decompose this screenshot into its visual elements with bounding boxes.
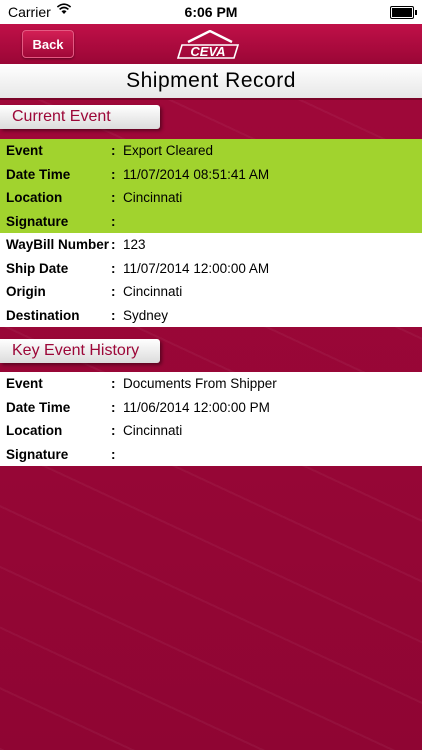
row-label: Location	[6, 190, 63, 205]
row-label: Signature	[6, 213, 69, 229]
row-colon: :	[111, 166, 116, 182]
back-button[interactable]: Back	[22, 30, 74, 58]
row-colon: :	[111, 376, 116, 391]
row-label: WayBill Number	[6, 237, 110, 252]
battery-icon	[390, 6, 417, 19]
row-colon: :	[111, 237, 116, 252]
row-label: Signature	[6, 446, 69, 462]
row-colon: :	[111, 307, 116, 323]
row-colon: :	[111, 284, 116, 299]
page-title: Shipment Record	[126, 69, 296, 92]
clock: 6:06 PM	[184, 4, 238, 20]
key-event-history-header-label: Key Event History	[12, 342, 140, 359]
current-event-panel: Event : Export Cleared Date Time : 11/07…	[0, 139, 422, 233]
shipment-row: WayBill Number : 123	[0, 233, 422, 257]
row-colon: :	[111, 399, 116, 415]
key-event-history-panel: Event : Documents From Shipper Date Time…	[0, 372, 422, 466]
shipment-details-panel: WayBill Number : 123 Ship Date : 11/07/2…	[0, 233, 422, 327]
row-label: Ship Date	[6, 260, 69, 276]
current-event-header: Current Event	[0, 105, 160, 129]
row-label: Destination	[6, 307, 80, 323]
row-label: Event	[6, 143, 43, 158]
current-event-row: Location : Cincinnati	[0, 186, 422, 210]
row-value: 11/07/2014 08:51:41 AM	[123, 166, 270, 182]
current-event-row: Signature :	[0, 210, 422, 234]
row-value: Cincinnati	[123, 284, 183, 299]
svg-text:CEVA: CEVA	[190, 44, 225, 59]
shipment-row: Destination : Sydney	[0, 304, 422, 328]
current-event-row: Event : Export Cleared	[0, 139, 422, 163]
row-colon: :	[111, 446, 116, 462]
back-button-label: Back	[32, 36, 64, 52]
history-row: Signature :	[0, 443, 422, 467]
row-value: 11/06/2014 12:00:00 PM	[123, 399, 270, 415]
row-colon: :	[111, 190, 116, 205]
row-label: Date Time	[6, 166, 71, 182]
row-colon: :	[111, 423, 116, 438]
history-row: Event : Documents From Shipper	[0, 372, 422, 396]
key-event-history-header: Key Event History	[0, 339, 160, 363]
row-colon: :	[111, 260, 116, 276]
row-label: Location	[6, 423, 63, 438]
row-value: Sydney	[123, 307, 169, 323]
history-row: Location : Cincinnati	[0, 419, 422, 443]
shipment-row: Origin : Cincinnati	[0, 280, 422, 304]
row-value: Documents From Shipper	[123, 376, 277, 391]
row-value: Cincinnati	[123, 423, 183, 438]
row-value: 11/07/2014 12:00:00 AM	[123, 260, 270, 276]
row-label: Event	[6, 376, 43, 391]
ceva-logo: CEVA	[170, 29, 250, 60]
row-value: Export Cleared	[123, 143, 214, 158]
row-value: Cincinnati	[123, 190, 183, 205]
row-colon: :	[111, 213, 116, 229]
row-label: Origin	[6, 284, 46, 299]
history-row: Date Time : 11/06/2014 12:00:00 PM	[0, 396, 422, 420]
shipment-row: Ship Date : 11/07/2014 12:00:00 AM	[0, 257, 422, 281]
title-bar: Shipment Record	[0, 64, 422, 100]
current-event-row: Date Time : 11/07/2014 08:51:41 AM	[0, 163, 422, 187]
current-event-header-label: Current Event	[12, 108, 111, 125]
navigation-bar: Back CEVA	[0, 24, 422, 64]
row-label: Date Time	[6, 399, 71, 415]
row-value: 123	[123, 237, 146, 252]
status-bar: Carrier 6:06 PM	[0, 0, 422, 24]
row-colon: :	[111, 143, 116, 158]
